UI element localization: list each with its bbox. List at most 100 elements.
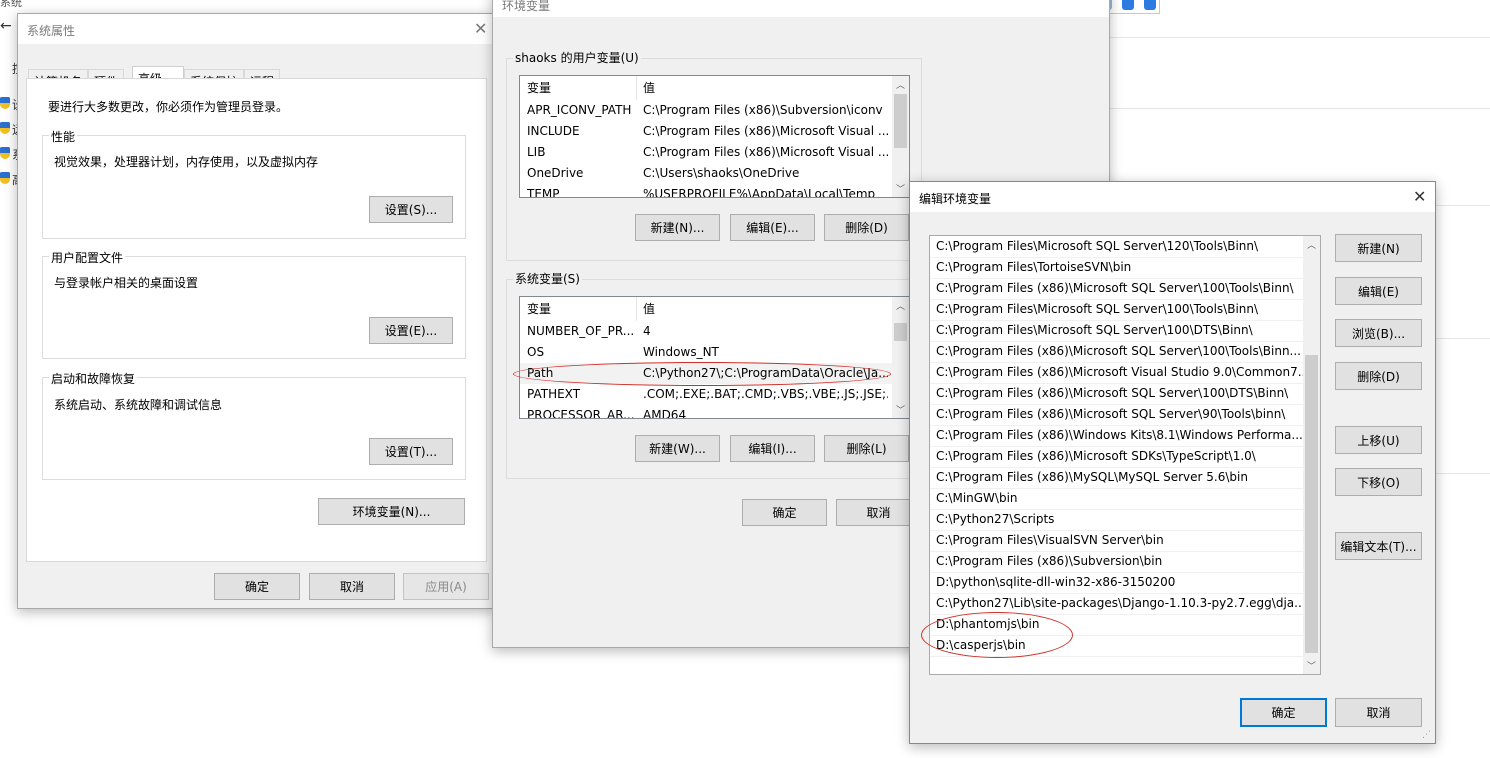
edit-text-button[interactable]: 编辑文本(T)...: [1335, 532, 1422, 560]
variable-value: C:\Program Files (x86)\Microsoft Visual …: [643, 124, 888, 138]
scroll-down-icon[interactable]: ﹀: [892, 182, 909, 195]
user-delete-button[interactable]: 删除(D): [824, 214, 909, 241]
scroll-thumb[interactable]: [1305, 355, 1318, 653]
list-item[interactable]: C:\Program Files (x86)\Subversion\bin: [936, 551, 1304, 572]
scroll-up-icon[interactable]: ︿: [892, 78, 909, 91]
list-item[interactable]: C:\Program Files\Microsoft SQL Server\10…: [936, 299, 1304, 320]
close-icon[interactable]: ✕: [474, 21, 487, 37]
table-row[interactable]: APR_ICONV_PATH C:\Program Files (x86)\Su…: [520, 100, 892, 121]
list-item[interactable]: C:\Python27\Scripts: [936, 509, 1304, 530]
list-item[interactable]: C:\Program Files (x86)\Microsoft SQL Ser…: [936, 383, 1304, 404]
shield-icon: [0, 122, 10, 134]
move-down-button[interactable]: 下移(O): [1335, 468, 1422, 496]
divider: [1110, 108, 1490, 109]
system-variables-list[interactable]: 变量 值 NUMBER_OF_PR... 4 OS Windows_NT Pat…: [519, 296, 910, 419]
apply-button[interactable]: 应用(A): [403, 573, 489, 600]
variable-value: C:\Program Files (x86)\Subversion\iconv: [643, 103, 883, 117]
ime-user-icon[interactable]: [1122, 0, 1134, 10]
list-item[interactable]: C:\Python27\Lib\site-packages\Django-1.1…: [936, 593, 1304, 614]
performance-settings-button[interactable]: 设置(S)...: [369, 196, 453, 223]
list-item[interactable]: C:\Program Files (x86)\Microsoft SQL Ser…: [936, 404, 1304, 425]
title-bar: [18, 14, 494, 44]
user-edit-button[interactable]: 编辑(E)...: [730, 214, 815, 241]
scroll-down-icon[interactable]: ﹀: [892, 403, 909, 416]
divider: [1436, 473, 1490, 474]
system-delete-button[interactable]: 删除(L): [824, 435, 909, 462]
vertical-scrollbar[interactable]: ︿ ﹀: [892, 297, 909, 418]
ok-button[interactable]: 确定: [1240, 698, 1327, 727]
column-header-value[interactable]: 值: [643, 297, 655, 321]
new-button[interactable]: 新建(N): [1335, 234, 1422, 262]
ok-button[interactable]: 确定: [742, 499, 827, 526]
list-item[interactable]: C:\Program Files\VisualSVN Server\bin: [936, 530, 1304, 551]
list-item[interactable]: C:\Program Files (x86)\Microsoft SQL Ser…: [936, 341, 1304, 362]
table-row[interactable]: INCLUDE C:\Program Files (x86)\Microsoft…: [520, 121, 892, 142]
back-arrow-icon[interactable]: ←: [0, 18, 12, 34]
list-item[interactable]: C:\Program Files\Microsoft SQL Server\12…: [936, 236, 1304, 257]
table-row[interactable]: OneDrive C:\Users\shaoks\OneDrive: [520, 163, 892, 184]
shield-icon: [0, 147, 10, 159]
variable-value: Windows_NT: [643, 345, 719, 359]
scroll-thumb[interactable]: [894, 94, 907, 148]
cancel-button[interactable]: 取消: [309, 573, 395, 600]
resize-grip-icon[interactable]: ⋰: [1422, 730, 1431, 740]
list-item[interactable]: C:\Program Files\Microsoft SQL Server\10…: [936, 320, 1304, 341]
system-edit-button[interactable]: 编辑(I)...: [730, 435, 815, 462]
path-entries-list[interactable]: C:\Program Files\Microsoft SQL Server\12…: [929, 235, 1321, 675]
column-header-variable[interactable]: 变量: [527, 76, 551, 100]
scroll-down-icon[interactable]: ﹀: [1303, 659, 1320, 672]
table-row[interactable]: NUMBER_OF_PR... 4: [520, 321, 892, 342]
list-item[interactable]: D:\python\sqlite-dll-win32-x86-3150200: [936, 572, 1304, 593]
variable-value: %USERPROFILE%\AppData\Local\Temp: [643, 187, 876, 198]
edit-button[interactable]: 编辑(E): [1335, 277, 1422, 305]
scroll-up-icon[interactable]: ︿: [1303, 238, 1320, 251]
system-new-button[interactable]: 新建(W)...: [635, 435, 720, 462]
variable-name: INCLUDE: [527, 124, 580, 138]
column-header-value[interactable]: 值: [643, 76, 655, 100]
list-item[interactable]: C:\Program Files\TortoiseSVN\bin: [936, 257, 1304, 278]
delete-button[interactable]: 删除(D): [1335, 362, 1422, 390]
table-row[interactable]: PATHEXT .COM;.EXE;.BAT;.CMD;.VBS;.VBE;.J…: [520, 384, 892, 405]
list-item[interactable]: C:\Program Files (x86)\MySQL\MySQL Serve…: [936, 467, 1304, 488]
table-row[interactable]: LIB C:\Program Files (x86)\Microsoft Vis…: [520, 142, 892, 163]
list-item[interactable]: C:\Program Files (x86)\Microsoft SQL Ser…: [936, 278, 1304, 299]
list-item[interactable]: C:\Program Files (x86)\Microsoft SDKs\Ty…: [936, 446, 1304, 467]
list-item[interactable]: C:\MinGW\bin: [936, 488, 1304, 509]
table-row[interactable]: TEMP %USERPROFILE%\AppData\Local\Temp: [520, 184, 892, 198]
scroll-up-icon[interactable]: ︿: [892, 299, 909, 312]
divider: [1436, 338, 1490, 339]
ok-button[interactable]: 确定: [214, 573, 300, 600]
environment-variables-button[interactable]: 环境变量(N)...: [318, 498, 465, 525]
table-row[interactable]: PROCESSOR_AR... AMD64: [520, 405, 892, 419]
close-icon[interactable]: ✕: [1413, 189, 1426, 205]
browse-button[interactable]: 浏览(B)...: [1335, 319, 1422, 347]
scroll-thumb[interactable]: [894, 323, 907, 341]
user-new-button[interactable]: 新建(N)...: [635, 214, 720, 241]
column-header-variable[interactable]: 变量: [527, 297, 551, 321]
profile-settings-button[interactable]: 设置(E)...: [369, 317, 453, 344]
variable-value: AMD64: [643, 408, 687, 419]
group-performance: [42, 135, 466, 239]
table-row[interactable]: OS Windows_NT: [520, 342, 892, 363]
group-label: 系统变量(S): [513, 270, 582, 287]
group-label: 启动和故障恢复: [49, 370, 138, 387]
variable-name: LIB: [527, 145, 546, 159]
move-up-button[interactable]: 上移(U): [1335, 426, 1422, 454]
vertical-scrollbar[interactable]: ︿ ﹀: [1303, 236, 1320, 674]
ime-tools-icon[interactable]: [1144, 0, 1156, 10]
group-label: shaoks 的用户变量(U): [513, 49, 641, 66]
window-title: 编辑环境变量: [919, 192, 992, 206]
edit-environment-variable-window: 编辑环境变量 ✕ C:\Program Files\Microsoft SQL …: [909, 181, 1436, 744]
vertical-scrollbar[interactable]: ︿ ﹀: [892, 76, 909, 197]
column-separator: [636, 297, 637, 321]
user-variables-list[interactable]: 变量 值 APR_ICONV_PATH C:\Program Files (x8…: [519, 75, 910, 198]
title-bar: [493, 0, 1109, 17]
variable-name: PATHEXT: [527, 387, 581, 401]
variable-value: 4: [643, 324, 651, 338]
startup-settings-button[interactable]: 设置(T)...: [369, 438, 453, 465]
list-item[interactable]: C:\Program Files (x86)\Microsoft Visual …: [936, 362, 1304, 383]
cancel-button[interactable]: 取消: [1335, 698, 1422, 727]
list-item[interactable]: C:\Program Files (x86)\Windows Kits\8.1\…: [936, 425, 1304, 446]
variable-value: C:\Users\shaoks\OneDrive: [643, 166, 800, 180]
divider: [1436, 205, 1490, 206]
